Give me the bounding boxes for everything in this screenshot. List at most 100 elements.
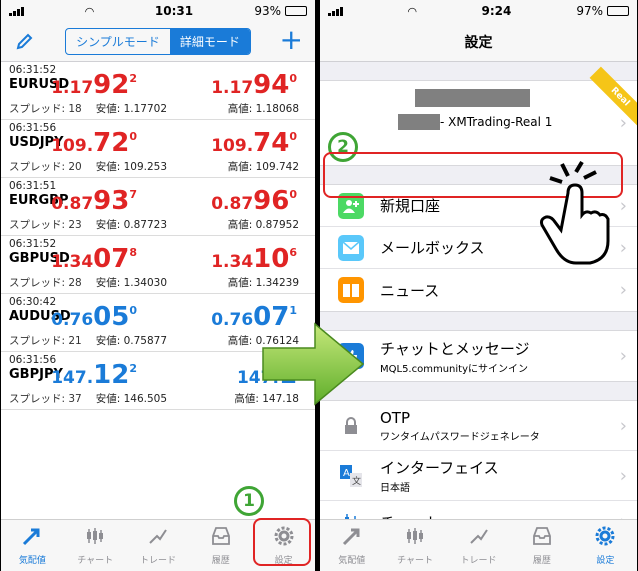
low-price: 安値: 1.17702 <box>95 103 167 115</box>
gear-icon <box>594 525 616 550</box>
quote-spread: スプレッド: 23 <box>9 219 82 231</box>
quote-spread: スプレッド: 18 <box>9 103 82 115</box>
settings-item[interactable]: ニュース › <box>320 269 637 311</box>
tab-bar: 気配値 チャート トレード 履歴 設定 <box>320 519 637 571</box>
settings-item[interactable]: A 文インターフェイス 日本語 › <box>320 451 637 501</box>
chevron-right-icon: › <box>619 415 627 436</box>
candlestick-icon <box>84 525 106 550</box>
chat-sub: MQL5.communityにサインイン <box>380 363 529 375</box>
low-price: 安値: 1.34030 <box>95 277 167 289</box>
highlight-settings-tab <box>253 518 311 566</box>
translate-icon: A文 <box>338 463 364 489</box>
quote-spread: スプレッド: 28 <box>9 277 82 289</box>
tab-label: 気配値 <box>18 556 46 566</box>
quotes-screen: ◠ 10:31 93% シンプルモード 詳細モード + 06:31:52 EURU… <box>1 0 315 571</box>
candlestick-icon <box>404 525 426 550</box>
svg-text:A: A <box>343 468 350 479</box>
status-bar: ◠ 9:24 97% <box>320 0 637 22</box>
chevron-right-icon: › <box>619 279 627 301</box>
arrow-right-icon <box>262 322 365 406</box>
ask-price[interactable]: 1.34106 <box>211 246 297 272</box>
wifi-icon: ◠ <box>85 4 94 18</box>
item-label: ニュース <box>380 281 440 300</box>
tab-label: 履歴 <box>211 556 230 566</box>
tab-label: 設定 <box>596 556 615 566</box>
status-bar: ◠ 10:31 93% <box>1 0 315 22</box>
wifi-icon: ◠ <box>408 4 417 18</box>
quotes-tab[interactable]: 気配値 <box>1 520 64 571</box>
history-tab[interactable]: 履歴 <box>189 520 252 571</box>
lock-icon <box>338 413 364 439</box>
quote-spread: スプレッド: 37 <box>9 393 82 405</box>
quote-row[interactable]: 06:31:52 GBPUSD スプレッド: 28 1.34078 1.34106 安値:… <box>1 236 315 294</box>
low-price: 安値: 146.505 <box>95 393 167 405</box>
inbox-icon <box>531 525 553 550</box>
low-price: 安値: 0.75877 <box>95 335 167 347</box>
quote-spread: スプレッド: 21 <box>9 335 82 347</box>
bid-price[interactable]: 109.720 <box>51 130 137 156</box>
bid-price[interactable]: 0.76050 <box>51 304 137 330</box>
item-label: OTP <box>380 408 411 427</box>
add-symbol-button[interactable]: + <box>280 26 303 54</box>
trend-line-icon <box>468 525 490 550</box>
chart-tab[interactable]: チャート <box>64 520 127 571</box>
ask-price[interactable]: 109.740 <box>211 130 297 156</box>
trade-tab[interactable]: トレード <box>127 520 190 571</box>
battery-percent: 93% <box>254 4 281 18</box>
step-badge-1: 1 <box>234 486 264 516</box>
high-price: 高値: 1.34239 <box>227 277 299 289</box>
signal-icon <box>9 6 24 16</box>
edit-icon[interactable] <box>15 31 35 51</box>
item-label: 新規口座 <box>380 197 441 215</box>
battery-percent: 97% <box>576 4 603 18</box>
history-tab[interactable]: 履歴 <box>510 520 573 571</box>
tab-label: チャート <box>397 556 434 566</box>
quote-row[interactable]: 06:31:52 EURUSD スプレッド: 18 1.17922 1.17940 安値:… <box>1 62 315 120</box>
low-price: 安値: 109.253 <box>95 161 167 173</box>
trend-line-icon <box>147 525 169 550</box>
quote-row[interactable]: 06:31:56 USDJPY スプレッド: 20 109.720 109.740 安値:… <box>1 120 315 178</box>
simple-mode-tab[interactable]: シンプルモード <box>66 29 170 54</box>
mail-icon <box>338 235 364 261</box>
quotes-tab[interactable]: 気配値 <box>320 520 383 571</box>
svg-text:文: 文 <box>352 475 361 487</box>
item-sub: ワンタイムパスワードジェネレータ <box>380 431 540 443</box>
tab-label: 気配値 <box>338 556 366 566</box>
trade-tab[interactable]: トレード <box>447 520 510 571</box>
chevron-right-icon: › <box>619 237 627 258</box>
ask-price[interactable]: 1.17940 <box>211 72 297 98</box>
book-icon <box>338 277 364 303</box>
quote-row[interactable]: 06:31:51 EURGBP スプレッド: 23 0.87937 0.87960 安値:… <box>1 178 315 236</box>
redacted-login <box>415 89 530 107</box>
quotes-arrow-icon <box>21 525 43 550</box>
bid-price[interactable]: 0.87937 <box>51 188 137 214</box>
chevron-right-icon: › <box>619 195 627 216</box>
low-price: 安値: 0.87723 <box>95 219 167 231</box>
tab-label: チャート <box>77 556 114 566</box>
battery-icon <box>607 6 629 16</box>
chevron-right-icon: › <box>619 112 627 134</box>
status-time: 9:24 <box>481 4 512 18</box>
signal-icon <box>328 6 343 16</box>
quotes-arrow-icon <box>341 525 363 550</box>
chevron-right-icon: › <box>619 465 627 486</box>
bid-price[interactable]: 1.34078 <box>51 246 137 272</box>
bid-price[interactable]: 1.17922 <box>51 72 137 98</box>
detail-mode-tab[interactable]: 詳細モード <box>169 29 250 54</box>
inbox-icon <box>210 525 232 550</box>
high-price: 高値: 0.87952 <box>227 219 299 231</box>
tab-label: トレード <box>460 556 497 566</box>
page-title: 設定 <box>320 22 637 62</box>
redacted-id <box>398 114 440 130</box>
settings-tab[interactable]: 設定 <box>574 520 637 571</box>
status-time: 10:31 <box>154 4 194 18</box>
bid-price[interactable]: 147.122 <box>51 362 137 388</box>
item-label: メールボックス <box>380 239 485 257</box>
high-price: 高値: 109.742 <box>227 161 299 173</box>
ask-price[interactable]: 0.87960 <box>211 188 297 214</box>
high-price: 高値: 1.18068 <box>227 103 299 115</box>
chart-tab[interactable]: チャート <box>383 520 446 571</box>
battery-icon <box>285 6 307 16</box>
tab-label: 履歴 <box>532 556 551 566</box>
chat-label: チャットとメッセージ <box>380 339 530 358</box>
